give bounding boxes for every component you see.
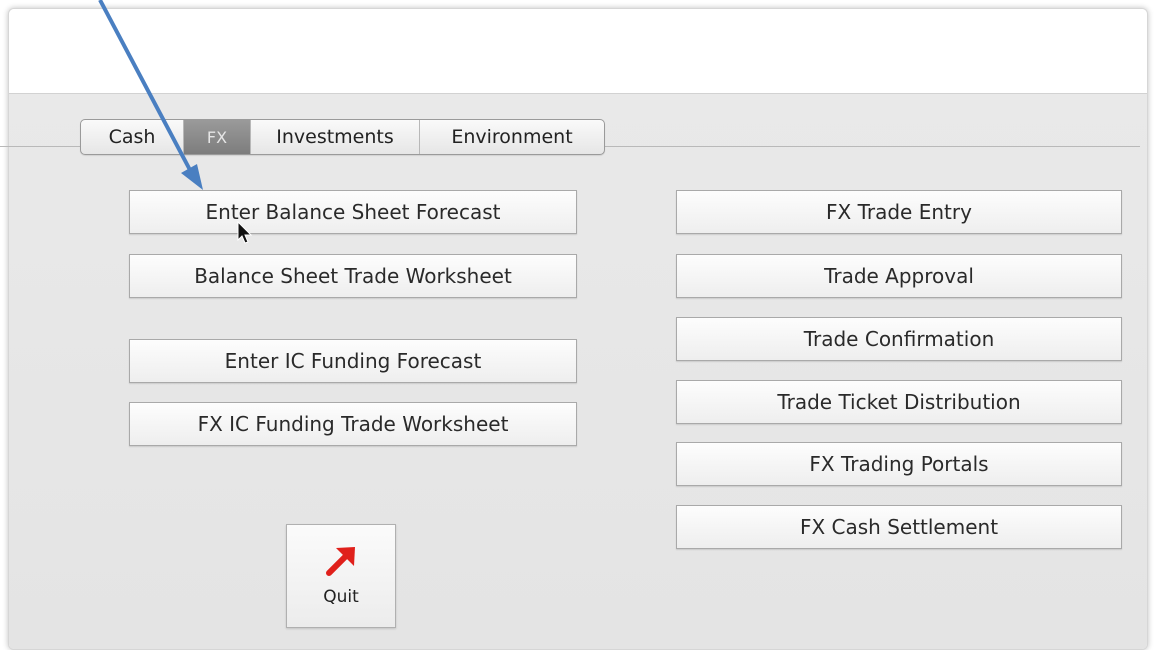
blue-annotation-arrow	[98, 0, 203, 190]
